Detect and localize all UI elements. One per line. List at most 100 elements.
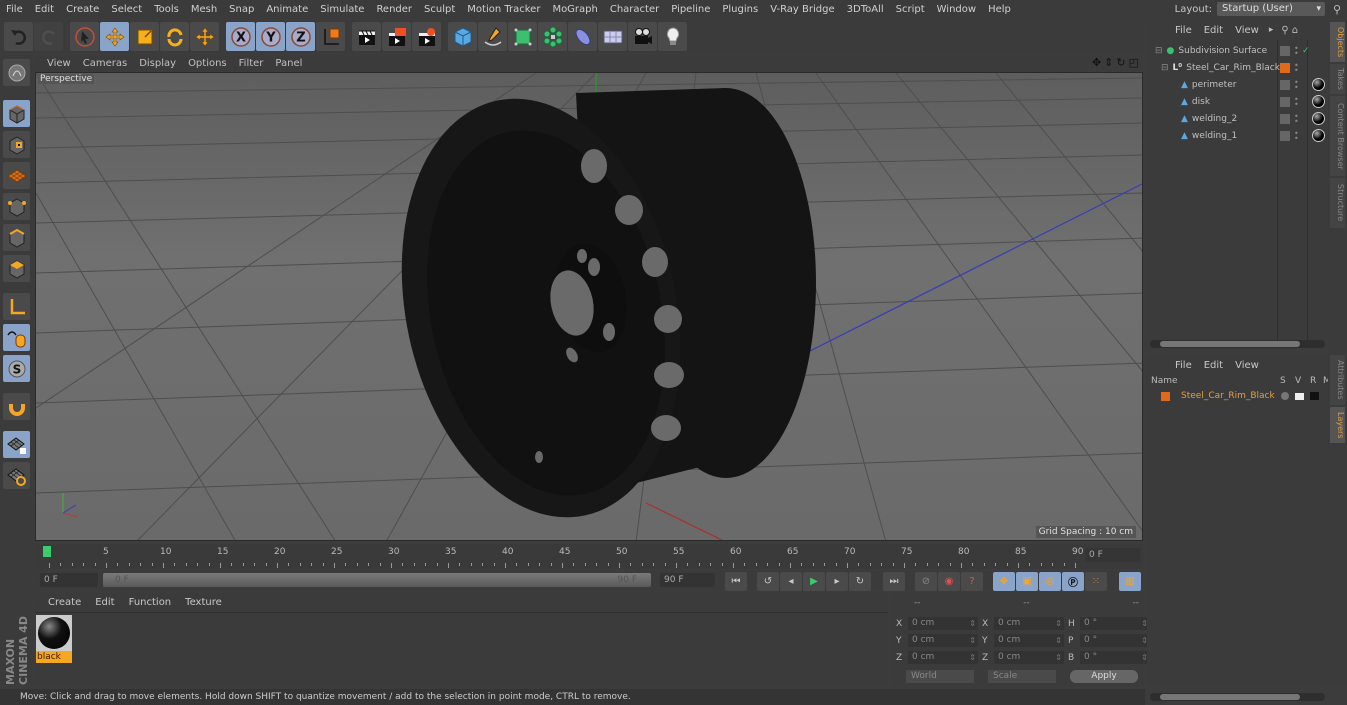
visibility-dots[interactable]: • • (1294, 95, 1299, 108)
model-mode-icon[interactable] (3, 100, 30, 127)
position-z-field[interactable]: 0 cm (908, 651, 978, 664)
viewport-perspective[interactable]: Perspective Grid Spacing : 10 cm (35, 72, 1143, 541)
scale-icon[interactable] (130, 22, 159, 51)
visibility-dots[interactable]: • • (1294, 78, 1299, 91)
live-selection-icon[interactable] (70, 22, 99, 51)
playhead-marker[interactable] (43, 546, 51, 557)
rotate-icon[interactable] (160, 22, 189, 51)
next-key-icon[interactable]: ↻ (849, 572, 871, 591)
object-row-welding-1[interactable]: ▲ welding_1 • • (1147, 127, 1327, 144)
go-to-end-icon[interactable]: ⏭ (883, 572, 905, 591)
viewport-menu-panel[interactable]: Panel (269, 58, 308, 69)
points-mode-icon[interactable] (3, 193, 30, 220)
visibility-dots[interactable]: • • (1294, 129, 1299, 142)
menu-3dtoall[interactable]: 3DToAll (841, 4, 890, 15)
z-axis-icon[interactable]: Z (286, 22, 315, 51)
menu-mograph[interactable]: MoGraph (546, 4, 603, 15)
viewport-menu-options[interactable]: Options (182, 58, 233, 69)
key-position-icon[interactable]: ✥ (993, 572, 1015, 591)
object-manager-scrollbar[interactable] (1150, 340, 1325, 348)
tab-takes[interactable]: Takes (1330, 64, 1345, 94)
material-tag-icon[interactable] (1312, 95, 1325, 108)
column-solo[interactable]: S (1280, 376, 1286, 386)
object-menu-file[interactable]: File (1169, 25, 1198, 36)
render-toggle[interactable] (1310, 392, 1319, 400)
menu-snap[interactable]: Snap (223, 4, 260, 15)
zoom-view-icon[interactable]: ⇕ (1104, 56, 1113, 69)
menu-create[interactable]: Create (60, 4, 105, 15)
timeline-window-icon[interactable]: ▥ (1119, 572, 1141, 591)
material-menu-create[interactable]: Create (41, 597, 88, 608)
viewport-menu-filter[interactable]: Filter (233, 58, 270, 69)
pan-view-icon[interactable]: ✥ (1092, 56, 1101, 69)
layer-menu-view[interactable]: View (1229, 360, 1265, 371)
make-editable-icon[interactable] (3, 59, 30, 86)
column-render[interactable]: R (1310, 376, 1316, 386)
render-settings-icon[interactable] (412, 22, 441, 51)
previous-key-icon[interactable]: ↺ (757, 572, 779, 591)
menu-render[interactable]: Render (370, 4, 418, 15)
layer-color-swatch[interactable] (1161, 391, 1170, 401)
toggle-view-icon[interactable]: ◰ (1129, 56, 1139, 69)
coordinate-system-icon[interactable] (316, 22, 345, 51)
redo-icon[interactable] (34, 22, 63, 51)
position-x-field[interactable]: 0 cm (908, 617, 978, 630)
tab-objects[interactable]: Objects (1330, 22, 1345, 62)
key-rotation-icon[interactable]: ◎ (1039, 572, 1061, 591)
menu-select[interactable]: Select (105, 4, 148, 15)
visibility-dots[interactable]: • • (1294, 112, 1299, 125)
move-icon[interactable] (100, 22, 129, 51)
menu-simulate[interactable]: Simulate (314, 4, 370, 15)
frame-range-slider[interactable]: 0 F 90 F (103, 573, 651, 587)
rotation-p-field[interactable]: 0 ° (1080, 634, 1150, 647)
layer-menu-file[interactable]: File (1169, 360, 1198, 371)
object-row-perimeter[interactable]: ▲ perimeter • • (1147, 76, 1327, 93)
menu-sculpt[interactable]: Sculpt (418, 4, 461, 15)
undo-icon[interactable] (4, 22, 33, 51)
object-menu-view[interactable]: View (1229, 25, 1265, 36)
solo-toggle[interactable] (1281, 392, 1289, 400)
x-axis-icon[interactable]: X (226, 22, 255, 51)
layer-flag[interactable] (1280, 62, 1290, 73)
autokeying-icon[interactable]: ◉ (938, 572, 960, 591)
column-visible[interactable]: V (1295, 376, 1301, 386)
material-swatch-black[interactable]: black (36, 615, 72, 663)
visible-toggle[interactable] (1295, 392, 1304, 400)
layer-row-steel-car-rim-black[interactable]: Steel_Car_Rim_Black (1147, 389, 1327, 403)
menu-script[interactable]: Script (890, 4, 931, 15)
floor-icon[interactable] (598, 22, 627, 51)
menu-edit[interactable]: Edit (29, 4, 60, 15)
workplane-mode-icon[interactable] (3, 162, 30, 189)
polygons-mode-icon[interactable] (3, 255, 30, 282)
material-tag-icon[interactable] (1312, 78, 1325, 91)
play-icon[interactable]: ▶ (803, 572, 825, 591)
coordinate-mode-dropdown[interactable]: World (906, 670, 974, 683)
menu-motion-tracker[interactable]: Motion Tracker (461, 4, 546, 15)
tab-content-browser[interactable]: Content Browser (1330, 96, 1345, 176)
menu-tools[interactable]: Tools (148, 4, 185, 15)
next-frame-icon[interactable]: ▸ (826, 572, 848, 591)
rotation-h-field[interactable]: 0 ° (1080, 617, 1150, 630)
size-z-field[interactable]: 0 cm (994, 651, 1064, 664)
tweak-mode-icon[interactable] (3, 324, 30, 351)
solo-mode-icon[interactable]: S (3, 355, 30, 382)
material-tag-icon[interactable] (1312, 112, 1325, 125)
previous-frame-icon[interactable]: ◂ (780, 572, 802, 591)
layer-flag[interactable] (1280, 96, 1290, 107)
end-frame-field[interactable]: 90 F (660, 573, 715, 587)
key-parameter-icon[interactable]: Ⓟ (1062, 572, 1084, 591)
layout-dropdown[interactable]: Startup (User) (1217, 2, 1325, 16)
search-icon[interactable]: ⚲ (1333, 3, 1341, 16)
enabled-check-icon[interactable]: ✓ (1302, 46, 1310, 56)
tab-layers[interactable]: Layers (1330, 407, 1345, 443)
workplane-align-icon[interactable] (3, 462, 30, 489)
rotate-view-icon[interactable]: ↻ (1116, 56, 1125, 69)
go-to-start-icon[interactable]: ⏮ (725, 572, 747, 591)
visibility-dots[interactable]: • • (1294, 61, 1299, 74)
menu-pipeline[interactable]: Pipeline (665, 4, 716, 15)
render-picture-viewer-icon[interactable] (382, 22, 411, 51)
visibility-dots[interactable]: • • (1294, 44, 1299, 57)
current-frame-field[interactable]: 0 F (1085, 548, 1140, 562)
light-icon[interactable] (658, 22, 687, 51)
pen-spline-icon[interactable] (478, 22, 507, 51)
